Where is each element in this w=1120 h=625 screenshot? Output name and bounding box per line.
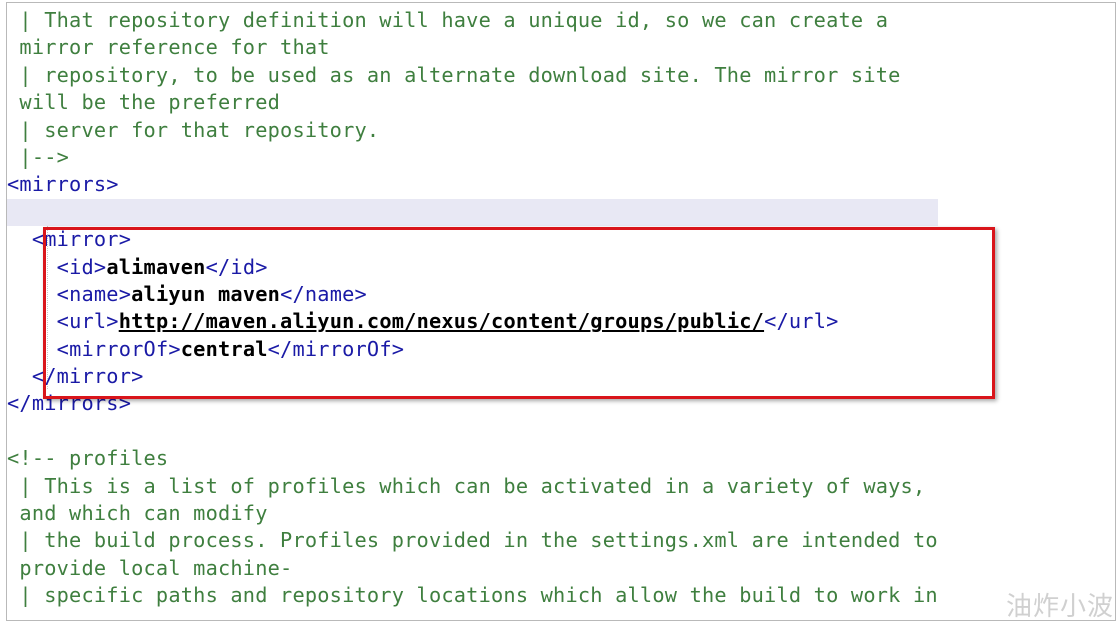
comment-text: | That repository definition will have a… (7, 8, 889, 32)
element-value: aliyun maven (131, 281, 281, 306)
open-tag: </mirror> (31, 364, 144, 389)
comment-line[interactable]: | This is a list of profiles which can b… (7, 473, 938, 500)
element-line[interactable]: <id>alimaven</id> (7, 254, 938, 281)
comment-text: <!-- profiles (7, 446, 169, 471)
comment-line[interactable]: | server for that repository. (7, 117, 938, 144)
comment-text: provide local machine- (7, 555, 293, 580)
element-line[interactable]: </mirror> (7, 363, 938, 390)
close-tag: </id> (205, 254, 268, 279)
comment-line[interactable]: provide local machine- (7, 555, 938, 582)
comment-line[interactable]: | repository, to be used as an alternate… (7, 62, 938, 89)
comment-text: |--> (7, 144, 70, 169)
close-tag: </url> (764, 309, 839, 334)
element-value: central (180, 336, 268, 361)
comment-line[interactable]: and which can modify (7, 500, 938, 527)
comment-line[interactable]: mirror reference for that (7, 34, 938, 61)
open-tag: <mirrorOf> (56, 336, 181, 361)
xml-tag: <mirrors> (7, 172, 119, 197)
element-line[interactable]: <name>aliyun maven</name> (7, 281, 938, 308)
element-line[interactable]: <mirrorOf>central</mirrorOf> (7, 336, 938, 363)
comment-line[interactable]: | the build process. Profiles provided i… (7, 527, 938, 554)
element-line[interactable]: <mirror> (7, 226, 938, 253)
open-tag: <id> (56, 254, 107, 279)
xml-tag: </mirrors> (7, 391, 132, 416)
blank-line[interactable] (7, 418, 938, 445)
comment-line[interactable]: |--> (7, 144, 938, 171)
close-tag: </name> (280, 281, 367, 306)
comment-text: | This is a list of profiles which can b… (7, 473, 926, 498)
element-line[interactable]: <url>http://maven.aliyun.com/nexus/conte… (7, 308, 938, 335)
comment-text: | server for that repository. (7, 117, 380, 142)
watermark: 油炸小波 (1005, 592, 1114, 622)
close-tag: </mirrorOf> (267, 336, 405, 361)
comment-text: | repository, to be used as an alternate… (7, 62, 901, 87)
comment-text: | the build process. Profiles provided i… (7, 528, 938, 553)
comment-text: and which can modify (7, 501, 268, 526)
open-tag: <name> (56, 281, 132, 306)
open-tag: <mirror> (31, 227, 132, 252)
comment-line[interactable]: | specific paths and repository location… (7, 582, 938, 609)
blank-line[interactable] (7, 198, 938, 227)
comment-text: mirror reference for that (7, 35, 330, 60)
element-value: alimaven (106, 254, 206, 279)
comment-line[interactable]: | That repository definition will have a… (7, 7, 938, 34)
comment-line[interactable]: will be the preferred (7, 89, 938, 116)
code-area[interactable]: | That repository definition will have a… (7, 7, 938, 610)
comment-line[interactable]: <!-- profiles (7, 445, 938, 472)
tag-line[interactable]: </mirrors> (7, 390, 938, 417)
open-tag: <url> (56, 309, 119, 334)
tag-line[interactable]: <mirrors> (7, 171, 938, 198)
url-value[interactable]: http://maven.aliyun.com/nexus/content/gr… (119, 309, 764, 333)
comment-text: will be the preferred (7, 90, 281, 115)
comment-text: | specific paths and repository location… (7, 583, 938, 608)
xml-editor[interactable]: | That repository definition will have a… (6, 2, 1116, 621)
